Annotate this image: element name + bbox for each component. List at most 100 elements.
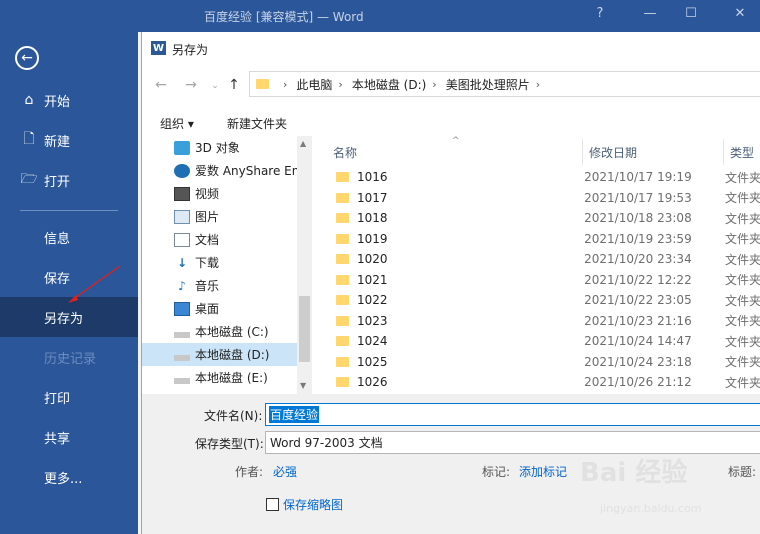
file-row[interactable]: 1020 2021/10/20 23:34 文件夹 [330, 249, 760, 269]
picture-icon [174, 209, 190, 224]
recent-dropdown-icon[interactable]: ⌄ [206, 81, 224, 91]
tree-item-music[interactable]: ♪ 音乐 [142, 274, 297, 297]
file-row[interactable]: 1026 2021/10/26 21:12 文件夹 [330, 372, 760, 392]
author-value[interactable]: 必强 [273, 463, 297, 480]
nav-new[interactable]: 🗋 新建 [0, 120, 138, 160]
file-row[interactable]: 1016 2021/10/17 19:19 文件夹 [330, 167, 760, 187]
file-row[interactable]: 1018 2021/10/18 23:08 文件夹 [330, 208, 760, 228]
file-name: 1021 [357, 272, 388, 287]
file-row[interactable]: 1019 2021/10/19 23:59 文件夹 [330, 229, 760, 249]
back-arrow-icon[interactable]: ← [15, 46, 39, 70]
tree-scrollbar[interactable]: ▲ ▼ [297, 136, 312, 394]
savetype-select[interactable]: Word 97-2003 文档 [265, 431, 760, 454]
column-type-header[interactable]: 类型 [730, 144, 754, 161]
column-separator[interactable] [723, 139, 724, 165]
tree-label: 图片 [195, 210, 220, 224]
tree-item-anyshare[interactable]: 爱数 AnyShare Ent [142, 159, 297, 182]
home-icon: ⌂ [24, 92, 34, 108]
nav-print[interactable]: 打印 [0, 377, 138, 417]
file-date: 2021/10/20 23:34 [584, 252, 692, 266]
file-date: 2021/10/26 21:12 [584, 375, 692, 389]
file-row[interactable]: 1021 2021/10/22 12:22 文件夹 [330, 270, 760, 290]
desktop-icon [174, 301, 190, 316]
nav-share-label: 共享 [44, 431, 71, 447]
nav-home-label: 开始 [44, 94, 71, 110]
window-title: 百度经验 [兼容模式] — Word [204, 10, 364, 24]
title-label: 标题: [728, 465, 757, 479]
file-row[interactable]: 1023 2021/10/23 21:16 文件夹 [330, 311, 760, 331]
filename-label: 文件名(N): [204, 409, 263, 423]
file-type: 文件夹 [724, 170, 760, 185]
file-row[interactable]: 1017 2021/10/17 19:53 文件夹 [330, 188, 760, 208]
folder-icon [336, 213, 349, 223]
scroll-up-icon[interactable]: ▲ [300, 139, 306, 148]
drive-icon [174, 377, 190, 384]
column-separator[interactable] [582, 139, 583, 165]
scrollbar-thumb[interactable] [299, 296, 310, 362]
drive-icon [174, 354, 190, 361]
filename-input[interactable]: 百度经验 [265, 403, 760, 426]
address-bar[interactable]: › 此电脑 › 本地磁盘 (D:) › 美图批处理照片 › [249, 71, 760, 97]
tree-label: 3D 对象 [195, 141, 240, 155]
folder-icon [336, 356, 349, 367]
file-name: 1020 [357, 252, 388, 266]
tags-value[interactable]: 添加标记 [519, 463, 567, 480]
nav-save-as[interactable]: 另存为 [0, 297, 138, 337]
file-row[interactable]: 1024 2021/10/24 14:47 文件夹 [330, 331, 760, 351]
save-thumbnail-label[interactable]: 保存缩略图 [283, 496, 343, 513]
breadcrumb-this-pc[interactable]: 此电脑 [296, 76, 332, 93]
tree-item-videos[interactable]: 视频 [142, 182, 297, 205]
scroll-down-icon[interactable]: ▼ [300, 381, 306, 390]
nav-more[interactable]: 更多... [0, 457, 138, 497]
tree-label: 文档 [195, 233, 220, 247]
nav-save[interactable]: 保存 [0, 257, 138, 297]
file-type: 文件夹 [724, 211, 760, 226]
save-thumbnail-checkbox[interactable] [266, 498, 279, 511]
author-label: 作者: [235, 465, 264, 479]
organize-button[interactable]: 组织 ▾ [160, 115, 194, 132]
back-icon[interactable]: ← [152, 77, 170, 93]
help-icon[interactable]: ? [590, 6, 610, 21]
column-name-header[interactable]: 名称 [333, 144, 357, 161]
tree-item-documents[interactable]: 文档 [142, 228, 297, 251]
file-date: 2021/10/22 23:05 [584, 293, 692, 307]
forward-icon[interactable]: → [182, 77, 200, 93]
savetype-label: 保存类型(T): [195, 437, 264, 451]
file-row[interactable]: 1025 2021/10/24 23:18 文件夹 [330, 352, 760, 372]
address-row: ← → ⌄ ↑ › 此电脑 › 本地磁盘 (D:) › 美图批处理照片 › [142, 68, 760, 102]
tree-item-drive-c[interactable]: 本地磁盘 (C:) [142, 320, 297, 343]
minimize-icon[interactable]: — [640, 6, 660, 21]
tree-label: 本地磁盘 (C:) [195, 325, 269, 339]
nav-more-label: 更多... [44, 471, 83, 487]
new-folder-button[interactable]: 新建文件夹 [227, 115, 287, 132]
tree-item-desktop[interactable]: 桌面 [142, 297, 297, 320]
file-row[interactable]: 1022 2021/10/22 23:05 文件夹 [330, 290, 760, 310]
tree-item-drive-d[interactable]: 本地磁盘 (D:) [142, 343, 297, 366]
file-date: 2021/10/23 21:16 [584, 313, 692, 328]
breadcrumb-folder[interactable]: 美图批处理照片 [446, 76, 530, 93]
maximize-icon[interactable]: ☐ [681, 6, 701, 21]
cloud-icon [174, 163, 190, 178]
tree-item-downloads[interactable]: ↓ 下载 [142, 251, 297, 274]
tree-label: 爱数 AnyShare Ent [195, 164, 297, 178]
nav-history-label: 历史记录 [44, 351, 97, 367]
up-icon[interactable]: ↑ [225, 77, 243, 93]
file-name: 1017 [357, 190, 388, 205]
nav-info[interactable]: 信息 [0, 217, 138, 257]
column-date-header[interactable]: 修改日期 [589, 144, 637, 161]
folder-icon [336, 315, 349, 326]
file-date: 2021/10/24 23:18 [584, 354, 692, 369]
nav-share[interactable]: 共享 [0, 417, 138, 457]
nav-home[interactable]: ⌂ 开始 [0, 80, 138, 120]
tree-item-pictures[interactable]: 图片 [142, 205, 297, 228]
drive-icon [174, 331, 190, 338]
breadcrumb-drive-d[interactable]: 本地磁盘 (D:) [352, 76, 426, 93]
tree-item-3d-objects[interactable]: 3D 对象 [142, 136, 297, 159]
watermark-url: jingyan.baidu.com [600, 502, 702, 515]
chevron-right-icon[interactable]: › [536, 78, 540, 91]
folder-icon [336, 274, 349, 285]
tree-item-drive-e[interactable]: 本地磁盘 (E:) [142, 366, 297, 389]
3d-objects-icon [174, 140, 190, 155]
close-icon[interactable]: ✕ [730, 6, 750, 21]
nav-open[interactable]: 🗁 打开 [0, 160, 138, 200]
